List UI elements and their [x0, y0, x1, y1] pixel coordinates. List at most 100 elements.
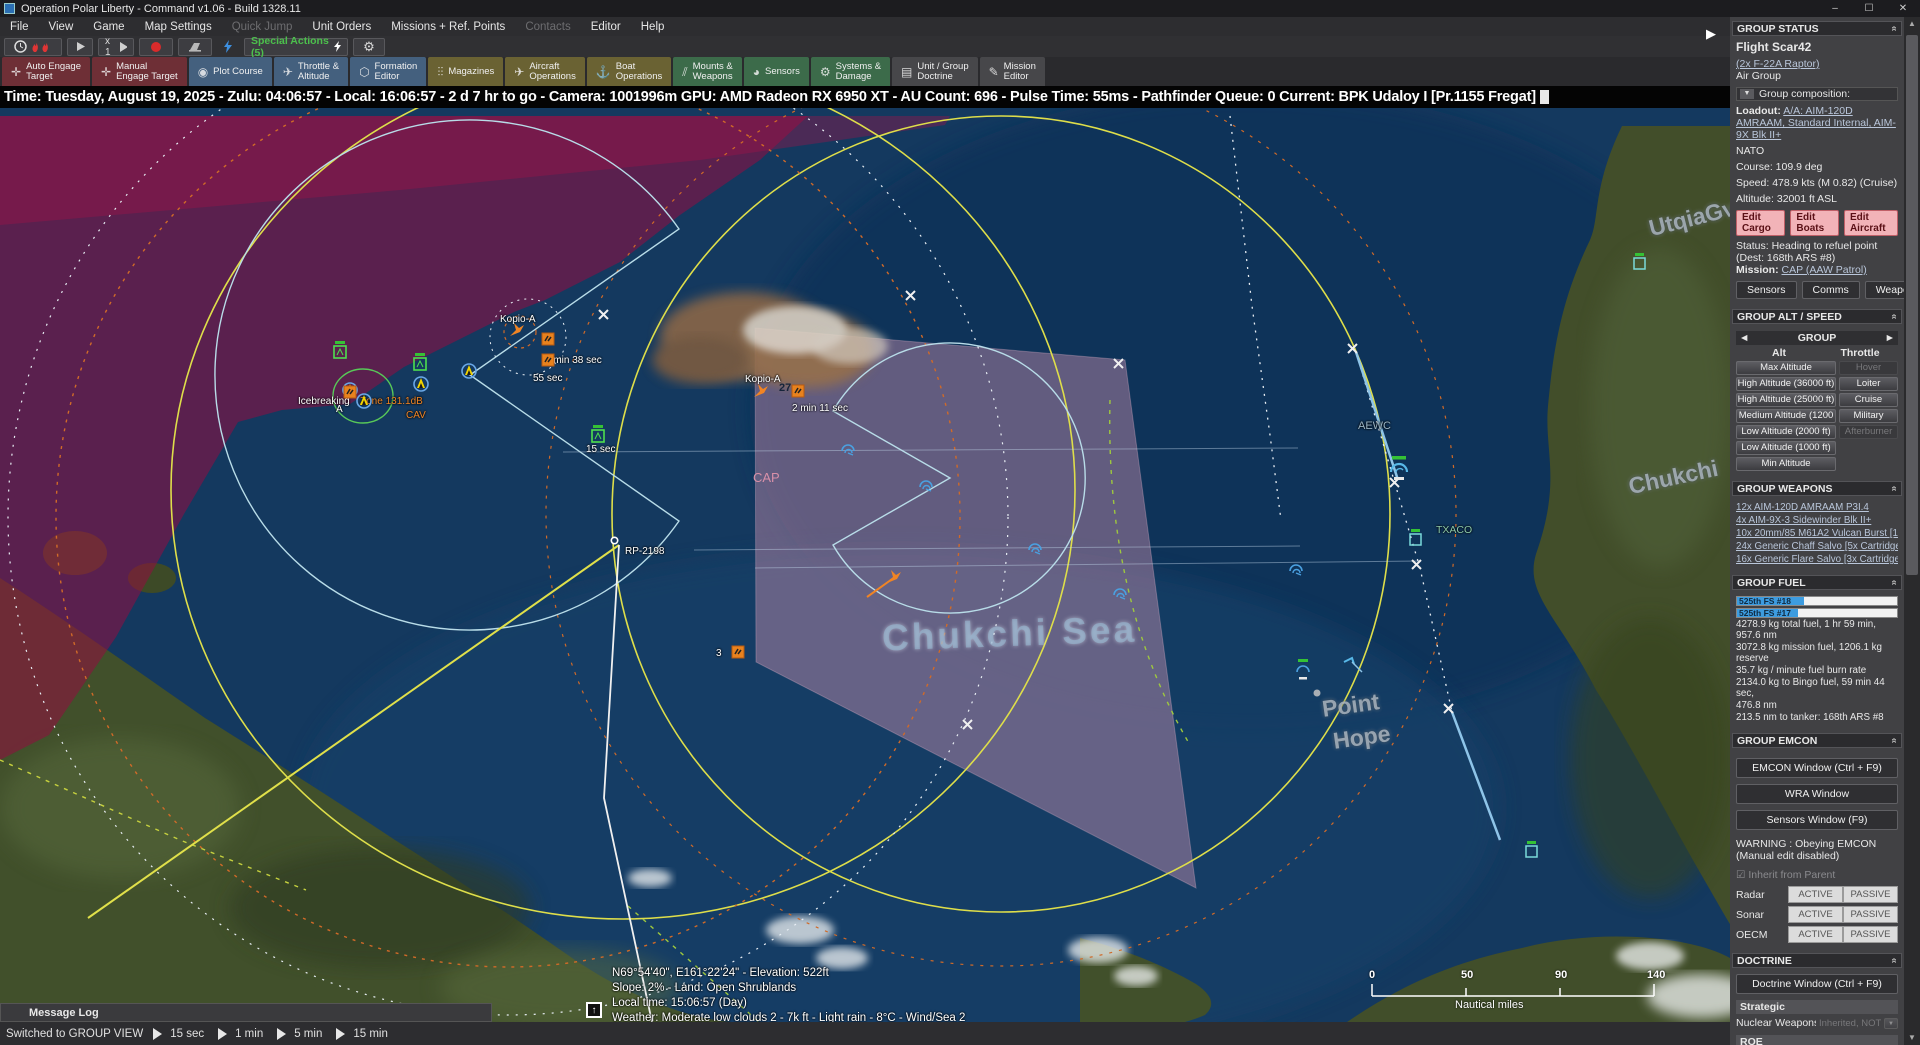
message-log-bar[interactable]: Message Log: [0, 1003, 492, 1022]
tactical-map[interactable]: Kopio-A9 min 38 sec55 sec15 secIcebreaki…: [0, 108, 1730, 1022]
doctrine-header[interactable]: DOCTRINE «: [1732, 953, 1902, 968]
tab-throttle[interactable]: ✈Throttle & Altitude: [274, 57, 348, 86]
weapon-link[interactable]: 10x 20mm/85 M61A2 Vulcan Burst [100 rnd: [1736, 528, 1898, 539]
edit-cargo-button[interactable]: Edit Cargo: [1736, 210, 1785, 236]
mission-link[interactable]: CAP (AAW Patrol): [1782, 264, 1867, 276]
throttle-button-3[interactable]: Military: [1839, 409, 1898, 423]
alt-button-1[interactable]: High Altitude (36000 ft): [1736, 377, 1836, 391]
group-alt-speed-header[interactable]: GROUP ALT / SPEED «: [1732, 309, 1902, 324]
window-close-button[interactable]: ✕: [1886, 0, 1920, 17]
scroll-up-icon[interactable]: ▲: [1904, 17, 1920, 31]
menu-item-game[interactable]: Game: [83, 19, 134, 35]
alt-button-4[interactable]: Low Altitude (2000 ft): [1736, 425, 1836, 439]
gear-icon: ⚙: [363, 39, 375, 55]
menu-item-map-settings[interactable]: Map Settings: [135, 19, 222, 35]
weapon-link[interactable]: 12x AIM-120D AMRAAM P3I.4: [1736, 502, 1898, 513]
inherit-checkbox-row[interactable]: ☑ Inherit from Parent: [1736, 869, 1898, 881]
record-button[interactable]: [139, 38, 173, 56]
tab-engage-manual[interactable]: ✛Manual Engage Target: [92, 57, 187, 86]
time-step-15-sec[interactable]: 15 sec: [153, 1028, 204, 1040]
mission-label: Mission:: [1736, 264, 1779, 276]
map-label: 15 sec: [586, 444, 615, 455]
throttle-button-1[interactable]: Loiter: [1839, 377, 1898, 391]
aircraft-type-link[interactable]: (2x F-22A Raptor): [1736, 58, 1819, 70]
play-button[interactable]: [67, 38, 93, 56]
group-next-arrow[interactable]: ►: [1885, 332, 1895, 344]
menu-item-help[interactable]: Help: [631, 19, 675, 35]
group-weapons-header[interactable]: GROUP WEAPONS «: [1732, 481, 1902, 496]
settings-button[interactable]: ⚙: [353, 38, 385, 56]
eraser-icon: [187, 41, 203, 52]
group-fuel-header[interactable]: GROUP FUEL «: [1732, 575, 1902, 590]
tab-formation[interactable]: ⬡Formation Editor: [350, 57, 426, 86]
emcon-button-2[interactable]: Sensors Window (F9): [1736, 810, 1898, 830]
fuel-bar-label: 525th FS #18: [1739, 597, 1791, 606]
fuel-info-line: 35.7 kg / minute fuel burn rate: [1736, 665, 1898, 676]
tab-doctrine[interactable]: ▤Unit / Group Doctrine: [892, 57, 978, 86]
throttle-icon: ✈: [283, 67, 293, 77]
tab-plot-course[interactable]: ◉Plot Course: [189, 57, 272, 86]
passive-toggle-oecm[interactable]: PASSIVE: [1843, 926, 1898, 943]
north-arrow-icon: ↑: [586, 1002, 602, 1018]
passive-toggle-radar[interactable]: PASSIVE: [1843, 886, 1898, 903]
time-step-15-min[interactable]: 15 min: [336, 1028, 388, 1040]
tab-mounts-weapons[interactable]: ⫽Mounts & Weapons: [673, 57, 742, 86]
quick-action-button[interactable]: [217, 38, 239, 56]
menu-item-file[interactable]: File: [0, 19, 39, 35]
alt-button-2[interactable]: High Altitude (25000 ft): [1736, 393, 1836, 407]
time-compression-button[interactable]: [4, 38, 62, 56]
eraser-button[interactable]: [178, 38, 212, 56]
weapon-link[interactable]: 24x Generic Chaff Salvo [5x Cartridges]: [1736, 541, 1898, 552]
passive-toggle-sonar[interactable]: PASSIVE: [1843, 906, 1898, 923]
weapon-link[interactable]: 16x Generic Flare Salvo [3x Cartridges, …: [1736, 554, 1898, 565]
active-toggle-sonar[interactable]: ACTIVE: [1788, 906, 1843, 923]
blue-bolt-icon: [223, 40, 233, 53]
window-minimize-button[interactable]: –: [1818, 0, 1852, 17]
tab-magazines[interactable]: ⫶⫶Magazines: [428, 57, 503, 86]
sensor-name-label: OECM: [1736, 929, 1788, 941]
scrollbar-thumb[interactable]: [1906, 35, 1918, 575]
special-actions-button[interactable]: Special Actions (5): [244, 38, 348, 56]
time-step-1-min[interactable]: 1 min: [218, 1028, 263, 1040]
doctrine-window-button[interactable]: Doctrine Window (Ctrl + F9): [1736, 974, 1898, 994]
group-status-header[interactable]: GROUP STATUS «: [1732, 21, 1902, 36]
emcon-button-1[interactable]: WRA Window: [1736, 784, 1898, 804]
active-toggle-radar[interactable]: ACTIVE: [1788, 886, 1843, 903]
active-toggle-oecm[interactable]: ACTIVE: [1788, 926, 1843, 943]
scroll-down-icon[interactable]: ▼: [1904, 1031, 1920, 1045]
menu-item-editor[interactable]: Editor: [581, 19, 631, 35]
inherit-label: Inherit from Parent: [1748, 869, 1835, 881]
roe-section-header: ROE: [1736, 1035, 1898, 1045]
tab-boat-ops[interactable]: ⚓Boat Operations: [587, 57, 671, 86]
group-composition-bar[interactable]: ▼ Group composition:: [1736, 87, 1898, 101]
weapon-link[interactable]: 4x AIM-9X-3 Sidewinder Blk II+: [1736, 515, 1898, 526]
sensors-window-button[interactable]: Sensors: [1736, 281, 1797, 299]
dropdown-arrow-icon: ▼: [1884, 1018, 1898, 1029]
alt-button-6[interactable]: Min Altitude: [1736, 457, 1836, 471]
comms-window-button[interactable]: Comms: [1802, 281, 1860, 299]
menu-item-view[interactable]: View: [39, 19, 84, 35]
tab-systems-damage[interactable]: ⚙Systems & Damage: [811, 57, 890, 86]
throttle-button-2[interactable]: Cruise: [1839, 393, 1898, 407]
edit-aircraft-button[interactable]: Edit Aircraft: [1844, 210, 1898, 236]
alt-button-3[interactable]: Medium Altitude (1200: [1736, 409, 1836, 423]
group-emcon-header[interactable]: GROUP EMCON «: [1732, 733, 1902, 748]
alt-button-0[interactable]: Max Altitude: [1736, 361, 1836, 375]
edit-boats-button[interactable]: Edit Boats: [1790, 210, 1839, 236]
emcon-warning-2: (Manual edit disabled): [1736, 850, 1898, 862]
play-x1-button[interactable]: x 1: [98, 38, 134, 56]
tab-sensors[interactable]: ◕Sensors: [744, 57, 809, 86]
tab-mission-editor[interactable]: ✎Mission Editor: [980, 57, 1045, 86]
menu-item-missions-ref-points[interactable]: Missions + Ref. Points: [381, 19, 515, 35]
menu-item-unit-orders[interactable]: Unit Orders: [302, 19, 381, 35]
sidebar-scrollbar[interactable]: ▲ ▼: [1904, 17, 1920, 1045]
window-maximize-button[interactable]: ☐: [1852, 0, 1886, 17]
tab-aircraft-ops[interactable]: ✈Aircraft Operations: [505, 57, 585, 86]
sidebar-expand-arrow[interactable]: ▶: [1706, 26, 1716, 42]
map-label: CAV: [406, 410, 426, 421]
time-step-5-min[interactable]: 5 min: [277, 1028, 322, 1040]
emcon-button-0[interactable]: EMCON Window (Ctrl + F9): [1736, 758, 1898, 778]
alt-button-5[interactable]: Low Altitude (1000 ft): [1736, 441, 1836, 455]
tab-engage-auto[interactable]: ✛Auto Engage Target: [2, 57, 90, 86]
group-prev-arrow[interactable]: ◄: [1739, 332, 1749, 344]
